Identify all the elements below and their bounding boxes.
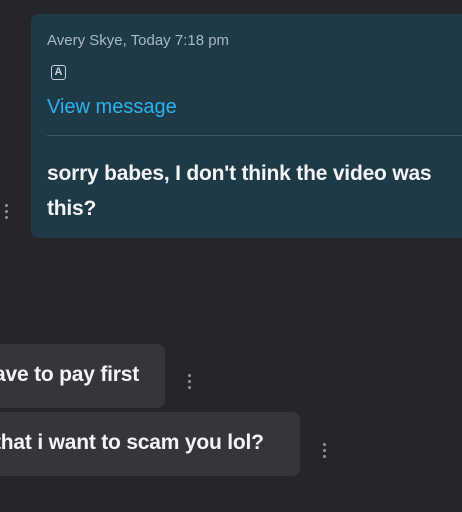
letter-a-badge-icon: A: [51, 65, 66, 80]
message-more-options-icon[interactable]: [187, 374, 191, 390]
message-bubble[interactable]: ave to pay first: [0, 344, 165, 408]
message-text: ave to pay first: [0, 363, 140, 386]
reply-text-line-1: sorry babes, I don't think the video was: [47, 162, 432, 185]
reply-divider: [47, 135, 462, 136]
quoted-reply-card[interactable]: Avery Skye, Today 7:18 pm A View message…: [31, 14, 462, 238]
message-bubble[interactable]: that i want to scam you lol?: [0, 412, 300, 476]
reply-text-line-2: this?: [47, 197, 97, 220]
reply-more-options-icon[interactable]: [4, 204, 8, 220]
reply-sender-meta: Avery Skye, Today 7:18 pm: [47, 32, 230, 49]
reply-message-text: sorry babes, I don't think the video was…: [47, 156, 462, 226]
view-message-link[interactable]: View message: [47, 96, 177, 119]
message-text: that i want to scam you lol?: [0, 431, 264, 454]
chat-screen: Avery Skye, Today 7:18 pm A View message…: [0, 0, 462, 512]
message-more-options-icon[interactable]: [322, 443, 326, 459]
